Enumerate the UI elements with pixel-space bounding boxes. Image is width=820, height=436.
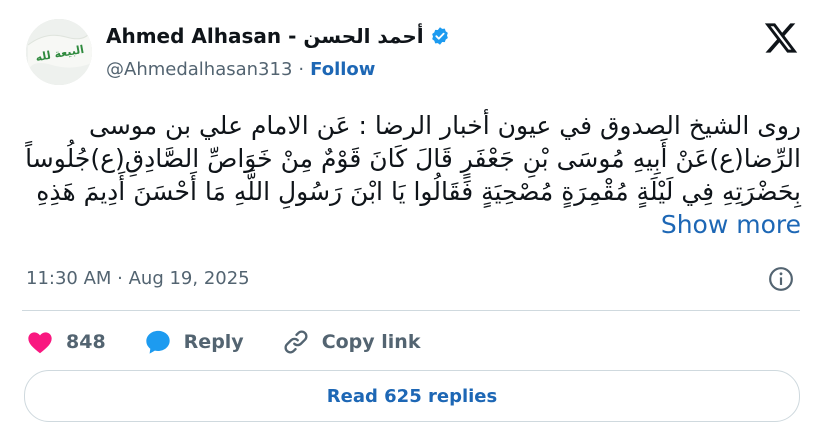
link-icon <box>284 330 308 354</box>
copy-link-button[interactable]: Copy link <box>282 328 421 356</box>
copy-link-label: Copy link <box>321 331 421 353</box>
show-more-link[interactable]: Show more <box>661 210 801 239</box>
follow-button[interactable]: Follow <box>310 59 375 80</box>
like-button[interactable]: 848 <box>26 328 106 356</box>
avatar-flag-image: البيعة لله <box>26 19 92 85</box>
divider <box>22 310 800 311</box>
info-icon[interactable] <box>768 266 794 292</box>
tweet-body: روى الشيخ الصدوق في عيون أخبار الرضا : ع… <box>25 111 801 206</box>
separator-dot: · <box>298 59 305 80</box>
tweet-text: روى الشيخ الصدوق في عيون أخبار الرضا : ع… <box>22 109 801 241</box>
tweet-timestamp[interactable]: 11:30 AM · Aug 19, 2025 <box>26 268 250 289</box>
author-name-text[interactable]: Ahmed Alhasan - أحمد الحسن <box>106 24 424 48</box>
avatar[interactable]: البيعة لله <box>26 19 92 85</box>
handle-row: @Ahmedalhasan313 · Follow <box>106 59 375 80</box>
tweet-embed-card: البيعة لله Ahmed Alhasan - أحمد الحسن @A… <box>0 0 820 436</box>
author-display-name[interactable]: Ahmed Alhasan - أحمد الحسن <box>106 24 450 48</box>
reply-button[interactable]: Reply <box>144 328 244 356</box>
speech-bubble-icon <box>146 330 170 354</box>
read-replies-label: Read 625 replies <box>326 385 498 407</box>
heart-icon <box>28 332 52 354</box>
author-handle[interactable]: @Ahmedalhasan313 <box>106 59 292 80</box>
like-count: 848 <box>66 331 106 353</box>
verified-badge-icon <box>431 27 448 45</box>
read-replies-button[interactable]: Read 625 replies <box>24 370 800 422</box>
reply-label: Reply <box>183 331 244 353</box>
action-bar: 848 Reply Copy link <box>26 325 458 359</box>
x-logo-icon[interactable] <box>763 20 799 56</box>
